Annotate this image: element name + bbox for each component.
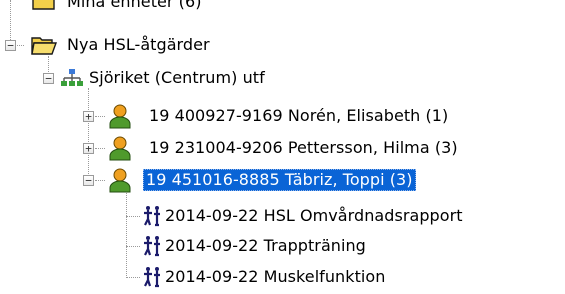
patient-tree: Mina enheter (6) − Nya HSL-åtgärder − Sj… xyxy=(0,0,565,294)
patient-icon xyxy=(109,168,131,193)
tree-node-care-measure[interactable]: 2014-09-22 HSL Omvårdnadsrapport xyxy=(142,202,466,230)
tree-node-unit[interactable]: Sjöriket (Centrum) utf xyxy=(58,64,268,92)
folder-icon xyxy=(32,0,55,10)
tree-node-label: 19 231004-9206 Pettersson, Hilma (3) xyxy=(149,138,458,157)
open-folder-icon xyxy=(31,37,57,55)
collapse-toggle[interactable]: − xyxy=(83,175,94,186)
tree-node-care-measure[interactable]: 2014-09-22 Trappträning xyxy=(142,232,369,260)
tree-line xyxy=(95,148,105,149)
tree-node-label: Mina enheter (6) xyxy=(67,0,202,11)
tree-line xyxy=(95,180,105,181)
expand-toggle[interactable]: + xyxy=(83,143,94,154)
care-measure-icon xyxy=(144,206,160,227)
tree-line xyxy=(126,277,140,278)
tree-node-label: 19 451016-8885 Täbriz, Toppi (3) xyxy=(143,169,416,191)
tree-node-label: 19 400927-9169 Norén, Elisabeth (1) xyxy=(149,106,449,125)
tree-node-my-units[interactable]: Mina enheter (6) xyxy=(28,0,205,16)
tree-line xyxy=(126,216,140,217)
tree-node-patient-selected[interactable]: 19 451016-8885 Täbriz, Toppi (3) xyxy=(106,166,416,194)
org-unit-icon xyxy=(61,69,83,86)
tree-line xyxy=(88,88,89,176)
tree-node-patient[interactable]: 19 400927-9169 Norén, Elisabeth (1) xyxy=(106,102,451,130)
tree-line xyxy=(95,116,105,117)
tree-node-label: 2014-09-22 HSL Omvårdnadsrapport xyxy=(165,206,463,225)
patient-icon xyxy=(109,104,131,129)
tree-node-new-hsl-measures[interactable]: Nya HSL-åtgärder xyxy=(24,31,213,59)
tree-line xyxy=(126,246,140,247)
tree-node-patient[interactable]: 19 231004-9206 Pettersson, Hilma (3) xyxy=(106,134,461,162)
tree-node-care-measure[interactable]: 2014-09-22 Muskelfunktion xyxy=(142,263,388,291)
tree-node-label: Nya HSL-åtgärder xyxy=(67,35,210,54)
patient-icon xyxy=(109,136,131,161)
expand-toggle[interactable]: + xyxy=(83,111,94,122)
tree-line xyxy=(126,190,127,278)
collapse-toggle[interactable]: − xyxy=(5,40,16,51)
tree-node-label: Sjöriket (Centrum) utf xyxy=(89,68,265,87)
tree-node-label: 2014-09-22 Trappträning xyxy=(165,236,366,255)
care-measure-icon xyxy=(144,267,160,288)
collapse-toggle[interactable]: − xyxy=(43,73,54,84)
care-measure-icon xyxy=(144,236,160,257)
tree-node-label: 2014-09-22 Muskelfunktion xyxy=(165,267,386,286)
